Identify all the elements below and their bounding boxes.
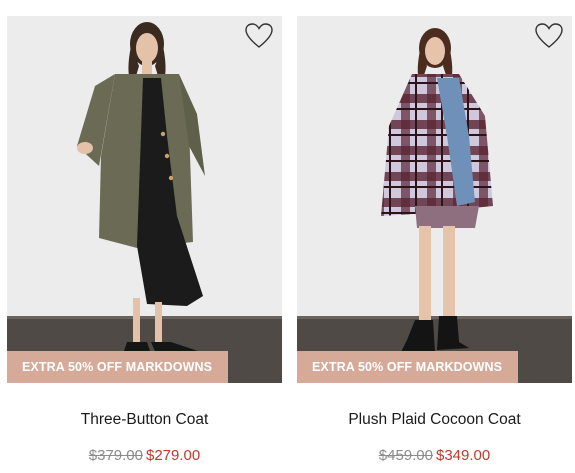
product-grid: EXTRA 50% OFF MARKDOWNS Three-Button Coa… bbox=[0, 0, 575, 473]
heart-outline-icon bbox=[535, 23, 563, 48]
product-image[interactable]: EXTRA 50% OFF MARKDOWNS bbox=[297, 16, 572, 383]
product-image[interactable]: EXTRA 50% OFF MARKDOWNS bbox=[7, 16, 282, 383]
model-photo-plaid-coat bbox=[297, 16, 572, 383]
promo-badge: EXTRA 50% OFF MARKDOWNS bbox=[7, 351, 229, 383]
heart-outline-icon bbox=[245, 23, 273, 48]
sale-price: $279.00 bbox=[146, 447, 201, 464]
wishlist-button[interactable] bbox=[534, 22, 564, 50]
original-price: $379.00 bbox=[88, 447, 143, 464]
product-card-three-button-coat[interactable]: EXTRA 50% OFF MARKDOWNS Three-Button Coa… bbox=[7, 16, 282, 466]
original-price: $459.00 bbox=[378, 447, 433, 464]
sale-price: $349.00 bbox=[436, 447, 491, 464]
wishlist-button[interactable] bbox=[244, 22, 274, 50]
promo-badge: EXTRA 50% OFF MARKDOWNS bbox=[297, 351, 519, 383]
product-price: $459.00 $349.00 bbox=[297, 447, 572, 464]
product-price: $379.00 $279.00 bbox=[7, 447, 282, 464]
product-name[interactable]: Plush Plaid Cocoon Coat bbox=[297, 411, 572, 429]
product-name[interactable]: Three-Button Coat bbox=[7, 411, 282, 429]
model-photo-olive-coat bbox=[7, 16, 282, 383]
product-card-plush-plaid-cocoon-coat[interactable]: EXTRA 50% OFF MARKDOWNS Plush Plaid Coco… bbox=[297, 16, 572, 466]
